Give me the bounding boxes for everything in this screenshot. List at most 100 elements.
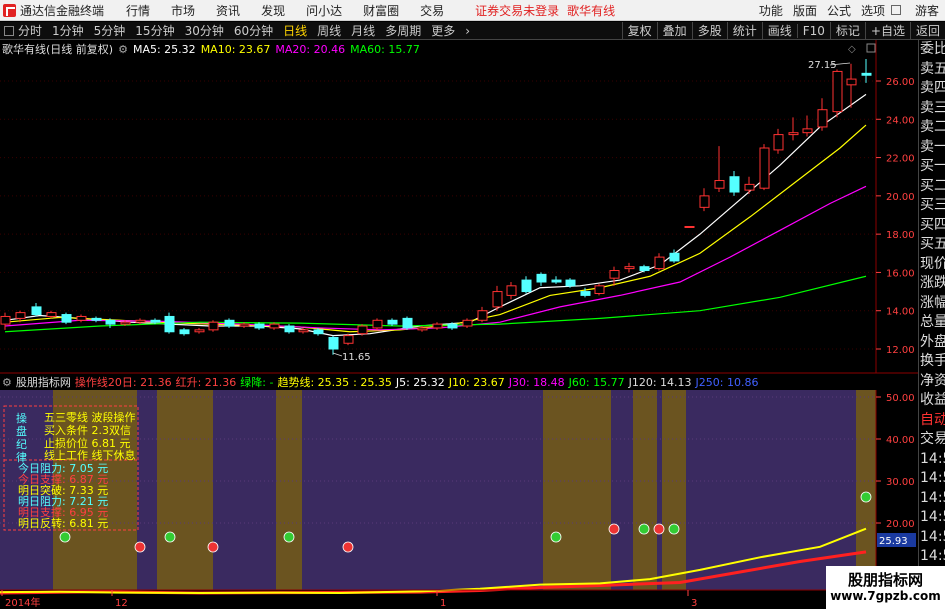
stats-button[interactable]: 统计 <box>726 22 762 39</box>
candle[interactable] <box>861 72 872 76</box>
candle[interactable] <box>432 323 443 329</box>
candle[interactable] <box>832 70 843 113</box>
candle[interactable] <box>298 329 309 333</box>
candle[interactable] <box>447 323 458 329</box>
candle[interactable] <box>536 273 547 283</box>
candle[interactable] <box>91 317 102 321</box>
menu-item-trade[interactable]: 交易 <box>420 2 444 19</box>
candle[interactable] <box>669 252 680 262</box>
indicator-name[interactable]: 股朋指标网 <box>16 374 71 390</box>
chevron-right-icon[interactable]: › <box>465 24 470 38</box>
tab-multi-period[interactable]: 多周期 <box>385 22 421 39</box>
candle[interactable] <box>31 306 42 316</box>
signal-marker[interactable] <box>283 531 295 543</box>
candle[interactable] <box>744 183 755 191</box>
candle[interactable] <box>580 291 591 296</box>
signal-marker[interactable] <box>207 541 219 553</box>
candle[interactable] <box>714 180 725 189</box>
tab-30min[interactable]: 30分钟 <box>185 22 224 39</box>
kline-chart-area[interactable]: 27.15 11.65 26.00 24.00 22.00 20.00 18.00 16.… <box>0 40 918 609</box>
signal-marker[interactable] <box>860 491 872 503</box>
candle[interactable] <box>105 319 116 325</box>
candle[interactable] <box>387 319 398 325</box>
signal-marker[interactable] <box>668 523 680 535</box>
candle[interactable] <box>402 317 413 329</box>
candle[interactable] <box>76 315 87 321</box>
candle[interactable] <box>477 310 488 321</box>
multi-stock-button[interactable]: 多股 <box>691 22 727 39</box>
candle[interactable] <box>462 319 473 327</box>
candle[interactable] <box>609 270 620 279</box>
candle[interactable] <box>269 323 280 329</box>
menu-item-function[interactable]: 功能 <box>759 2 783 19</box>
candle[interactable] <box>357 325 368 335</box>
candle[interactable] <box>0 315 11 325</box>
candle[interactable] <box>565 279 576 287</box>
menu-item-wealth[interactable]: 财富圈 <box>363 2 399 19</box>
candle[interactable] <box>551 279 562 283</box>
candle[interactable] <box>61 314 72 323</box>
candle[interactable] <box>343 335 354 344</box>
side-item[interactable]: 自动 <box>919 411 945 431</box>
menu-item-market[interactable]: 市场 <box>171 2 195 19</box>
login-status[interactable]: 证券交易未登录 <box>475 2 559 19</box>
signal-marker[interactable] <box>653 523 665 535</box>
candle[interactable] <box>179 329 190 335</box>
candle[interactable] <box>150 319 161 323</box>
candle[interactable] <box>224 319 235 327</box>
signal-marker[interactable] <box>342 541 354 553</box>
draw-button[interactable]: 画线 <box>761 22 797 39</box>
tab-1min[interactable]: 1分钟 <box>52 22 84 39</box>
candle[interactable] <box>654 256 665 270</box>
signal-marker[interactable] <box>59 531 71 543</box>
candle[interactable] <box>846 78 857 86</box>
tab-more[interactable]: 更多 <box>431 22 455 39</box>
overlay-button[interactable]: 叠加 <box>656 22 692 39</box>
candle[interactable] <box>729 176 740 193</box>
candle[interactable] <box>639 266 650 272</box>
tab-5min[interactable]: 5分钟 <box>94 22 126 39</box>
indicator-settings-icon[interactable]: ⚙ <box>2 376 12 389</box>
candle[interactable] <box>239 323 250 327</box>
add-watchlist-button[interactable]: +自选 <box>864 22 910 39</box>
back-button[interactable]: 返回 <box>909 22 945 39</box>
menu-item-quotes[interactable]: 行情 <box>126 2 150 19</box>
candle[interactable] <box>372 319 383 329</box>
candle[interactable] <box>284 325 295 333</box>
candle[interactable] <box>328 337 339 350</box>
candle[interactable] <box>15 312 26 319</box>
candle[interactable] <box>120 321 131 325</box>
candle[interactable] <box>208 321 219 331</box>
candle[interactable] <box>254 323 265 329</box>
menu-item-layout[interactable]: 版面 <box>793 2 817 19</box>
candle[interactable] <box>164 315 175 333</box>
candle[interactable] <box>135 319 146 323</box>
tab-15min[interactable]: 15分钟 <box>135 22 174 39</box>
candle[interactable] <box>417 327 428 331</box>
menu-item-formula[interactable]: 公式 <box>827 2 851 19</box>
window-restore-icon[interactable] <box>890 5 901 15</box>
candle[interactable] <box>594 285 605 294</box>
menu-item-discover[interactable]: 发现 <box>261 2 285 19</box>
menu-item-ask[interactable]: 问小达 <box>306 2 342 19</box>
signal-marker[interactable] <box>550 531 562 543</box>
tab-monthly[interactable]: 月线 <box>351 22 375 39</box>
candle[interactable] <box>684 225 695 228</box>
candle[interactable] <box>492 291 503 308</box>
candle[interactable] <box>817 109 828 128</box>
tab-daily[interactable]: 日线 <box>283 22 307 39</box>
tab-weekly[interactable]: 周线 <box>317 22 341 39</box>
signal-marker[interactable] <box>638 523 650 535</box>
f10-button[interactable]: F10 <box>796 23 830 38</box>
toolbar-toggle-icon[interactable] <box>4 25 14 36</box>
candle[interactable] <box>521 279 532 293</box>
signal-marker[interactable] <box>608 523 620 535</box>
adjust-button[interactable]: 复权 <box>621 22 657 39</box>
candle[interactable] <box>624 266 635 270</box>
tab-timeshare[interactable]: 分时 <box>18 22 42 39</box>
candle[interactable] <box>802 128 813 134</box>
guest-label[interactable]: 游客 <box>915 2 939 19</box>
candle[interactable] <box>194 329 205 333</box>
candle[interactable] <box>699 195 710 208</box>
candle[interactable] <box>313 329 324 335</box>
